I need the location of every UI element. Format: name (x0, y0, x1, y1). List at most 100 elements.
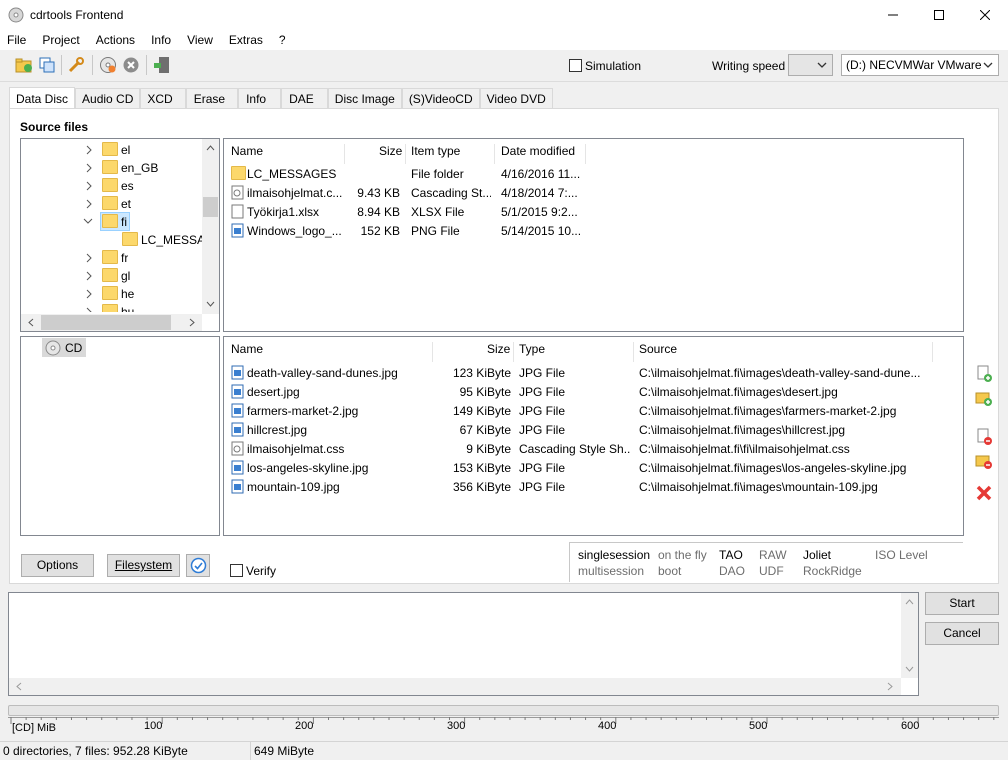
simulation-checkbox[interactable] (569, 58, 582, 73)
toolbar-separator (146, 55, 147, 75)
file-source: C:\ilmaisohjelmat.fi\images\desert.jpg (639, 385, 838, 399)
menu-file[interactable]: File (0, 33, 34, 47)
image-file-icon (231, 403, 244, 418)
table-row[interactable]: farmers-market-2.jpg 149 KiByte JPG File… (224, 401, 963, 420)
table-row[interactable]: LC_MESSAGES File folder 4/16/2016 11... (224, 164, 963, 183)
menu-actions[interactable]: Actions (88, 33, 143, 47)
tree-root-selected[interactable]: CD (42, 338, 86, 357)
menu-view[interactable]: View (179, 33, 221, 47)
output-log[interactable] (8, 592, 919, 696)
tree-item[interactable]: gl (21, 266, 219, 285)
scroll-up-icon[interactable] (206, 144, 215, 151)
table-row[interactable]: death-valley-sand-dunes.jpg 123 KiByte J… (224, 363, 963, 382)
tree-item[interactable]: el (21, 140, 219, 159)
tab-disc-image[interactable]: Disc Image (327, 88, 402, 109)
remove-file-icon[interactable] (975, 428, 993, 446)
tree-item[interactable]: LC_MESSAGES (21, 230, 219, 249)
add-folder-icon[interactable] (15, 56, 33, 74)
column-type[interactable]: Type (519, 342, 545, 356)
column-size[interactable]: Size (487, 342, 510, 356)
tab-svideocd[interactable]: (S)VideoCD (401, 88, 480, 109)
file-source: C:\ilmaisohjelmat.fi\fi\ilmaisohjelmat.c… (639, 442, 850, 456)
tab-audio-cd[interactable]: Audio CD (75, 88, 141, 109)
verify-checkbox[interactable] (230, 563, 243, 578)
chevron-down-icon (83, 218, 93, 224)
tree-vertical-scrollbar[interactable] (202, 139, 219, 314)
tree-item[interactable]: en_GB (21, 158, 219, 177)
scroll-up-icon[interactable] (905, 598, 914, 605)
delete-all-icon[interactable] (975, 484, 993, 502)
table-row[interactable]: los-angeles-skyline.jpg 153 KiByte JPG F… (224, 458, 963, 477)
copy-files-icon[interactable] (38, 56, 56, 74)
check-button[interactable] (186, 554, 210, 577)
file-name: desert.jpg (247, 385, 300, 399)
table-row[interactable]: desert.jpg 95 KiByte JPG File C:\ilmaiso… (224, 382, 963, 401)
tab-data-disc[interactable]: Data Disc (9, 87, 76, 110)
source-folder-tree[interactable]: el en_GB es et fi LC_MESSAGES fr gl he (20, 138, 220, 332)
device-select[interactable]: (D:) NECVMWar VMware (841, 54, 999, 76)
source-file-list[interactable]: Name Size Item type Date modified LC_MES… (223, 138, 964, 332)
scroll-right-icon[interactable] (189, 318, 196, 327)
scroll-left-icon[interactable] (15, 682, 22, 691)
tab-info[interactable]: Info (238, 88, 282, 109)
writing-speed-select[interactable] (788, 54, 833, 76)
tree-item-selected[interactable]: fi (21, 212, 219, 231)
table-row[interactable]: mountain-109.jpg 356 KiByte JPG File C:\… (224, 477, 963, 496)
filesystem-button[interactable]: Filesystem (107, 554, 180, 577)
table-row[interactable]: Työkirja1.xlsx 8.94 KB XLSX File 5/1/201… (224, 202, 963, 221)
table-row[interactable]: ilmaisohjelmat.css 9 KiByte Cascading St… (224, 439, 963, 458)
tab-xcd[interactable]: XCD (140, 88, 186, 109)
write-options-summary: singlesession on the fly TAO RAW Joliet … (569, 542, 963, 582)
column-size[interactable]: Size (379, 144, 402, 158)
abort-icon[interactable] (122, 56, 140, 74)
scroll-left-icon[interactable] (27, 318, 34, 327)
log-horizontal-scrollbar[interactable] (9, 678, 901, 695)
add-file-icon[interactable] (975, 365, 993, 383)
table-row[interactable]: ilmaisohjelmat.c... 9.43 KB Cascading St… (224, 183, 963, 202)
menu-help[interactable]: ? (271, 33, 294, 47)
scroll-down-icon[interactable] (905, 666, 914, 673)
scrollbar-thumb[interactable] (41, 315, 171, 330)
disc-tree[interactable]: CD (20, 336, 220, 536)
menu-info[interactable]: Info (143, 33, 179, 47)
tab-erase[interactable]: Erase (185, 88, 239, 109)
column-name[interactable]: Name (231, 144, 263, 158)
simulation-label: Simulation (585, 59, 642, 73)
menu-project[interactable]: Project (34, 33, 87, 47)
table-row[interactable]: hillcrest.jpg 67 KiByte JPG File C:\ilma… (224, 420, 963, 439)
disc-file-list[interactable]: Name Size Type Source death-valley-sand-… (223, 336, 964, 536)
start-button[interactable]: Start (925, 592, 999, 615)
wrench-icon[interactable] (67, 56, 85, 74)
close-button[interactable] (962, 0, 1008, 30)
tree-item[interactable]: fr (21, 248, 219, 267)
log-vertical-scrollbar[interactable] (901, 593, 918, 678)
scroll-right-icon[interactable] (887, 682, 894, 691)
tree-item[interactable]: es (21, 176, 219, 195)
cancel-button[interactable]: Cancel (925, 622, 999, 645)
title-bar: cdrtools Frontend (0, 0, 1008, 30)
tree-item[interactable]: he (21, 284, 219, 303)
tree-item[interactable]: et (21, 194, 219, 213)
scroll-down-icon[interactable] (206, 301, 215, 308)
options-button[interactable]: Options (21, 554, 94, 577)
remove-folder-icon[interactable] (975, 452, 993, 470)
minimize-button[interactable] (870, 0, 916, 30)
burn-disc-icon[interactable] (99, 56, 117, 74)
tab-dae[interactable]: DAE (281, 88, 328, 109)
tree-item[interactable]: hu (21, 302, 219, 312)
exit-icon[interactable] (153, 56, 171, 74)
column-separator (932, 342, 933, 362)
scrollbar-thumb[interactable] (203, 197, 218, 217)
menu-extras[interactable]: Extras (221, 33, 271, 47)
tree-horizontal-scrollbar[interactable] (21, 314, 202, 331)
column-date-modified[interactable]: Date modified (501, 144, 575, 158)
checkmark-circle-icon (190, 557, 207, 574)
column-name[interactable]: Name (231, 342, 263, 356)
tab-video-dvd[interactable]: Video DVD (479, 88, 553, 109)
maximize-button[interactable] (916, 0, 962, 30)
add-folder-icon[interactable] (975, 389, 993, 407)
file-date: 5/14/2015 10... (501, 224, 582, 238)
table-row[interactable]: Windows_logo_... 152 KB PNG File 5/14/20… (224, 221, 963, 240)
column-item-type[interactable]: Item type (411, 144, 460, 158)
column-source[interactable]: Source (639, 342, 677, 356)
